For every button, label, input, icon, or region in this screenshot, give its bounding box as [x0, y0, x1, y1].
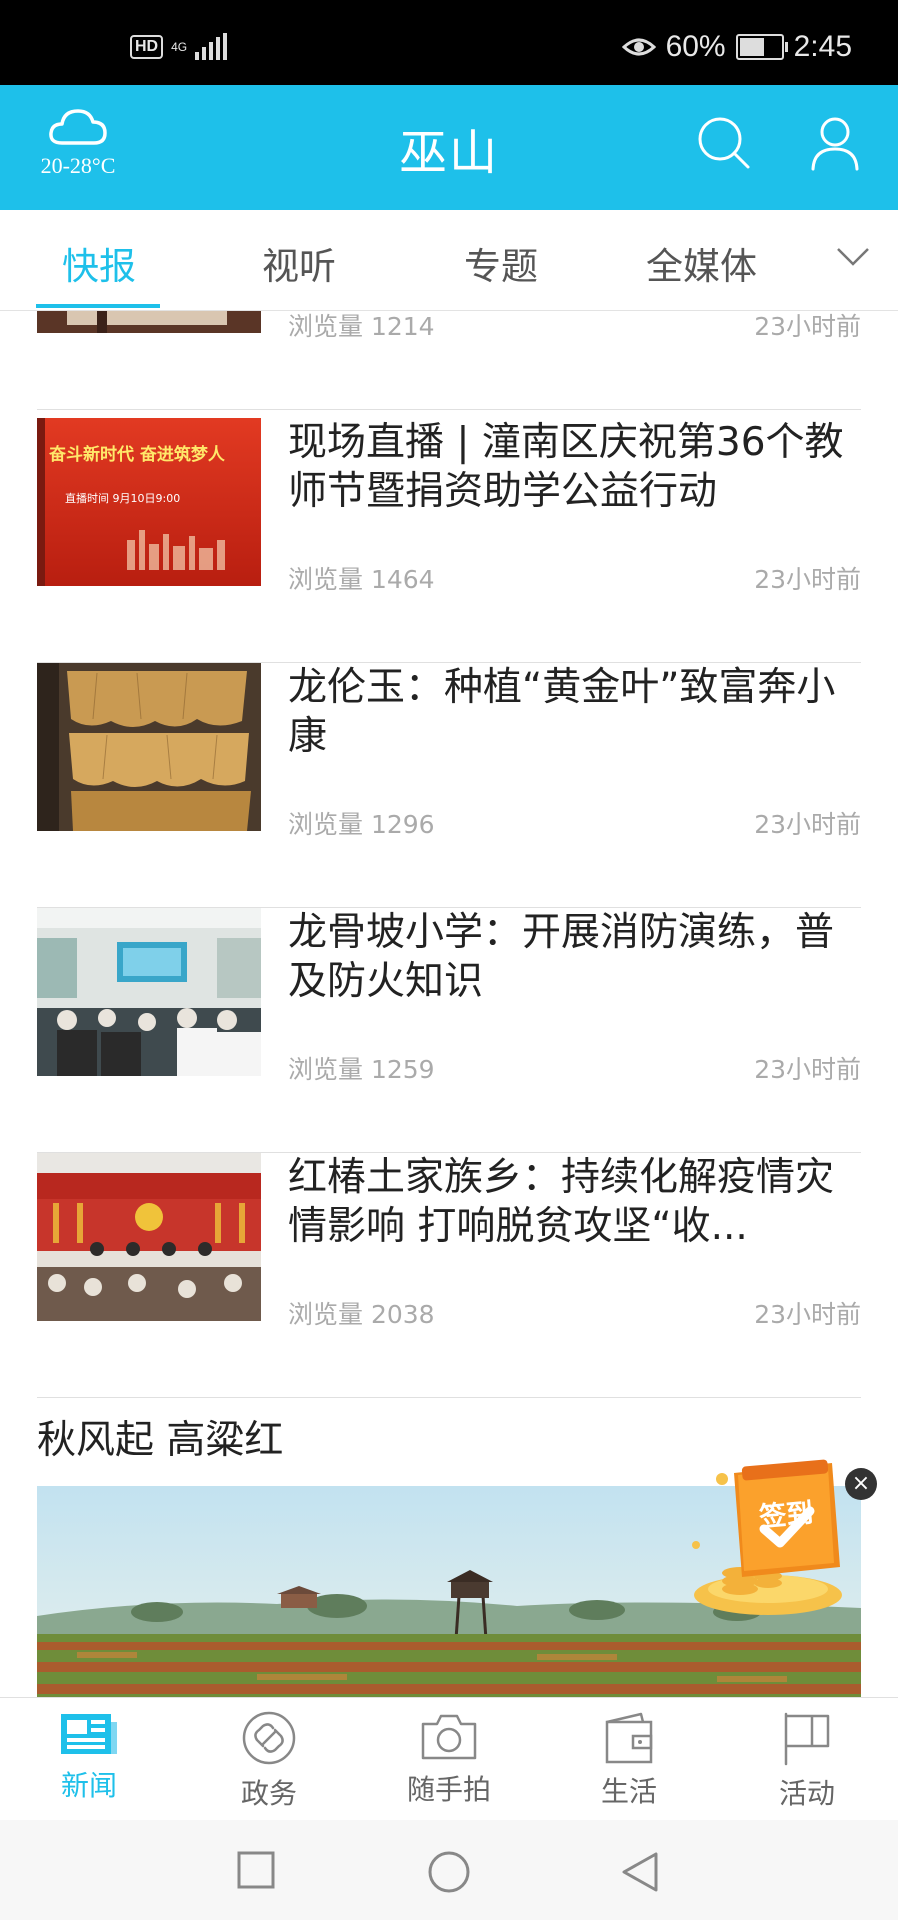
home-button[interactable]	[427, 1850, 471, 1898]
news-thumbnail	[37, 311, 261, 333]
flag-icon	[784, 1712, 830, 1766]
tab-shiting[interactable]: 视听	[262, 236, 336, 290]
news-icon	[61, 1714, 117, 1754]
signin-float-button[interactable]: 签到	[682, 1455, 872, 1625]
nav-activity[interactable]: 活动	[737, 1710, 877, 1812]
thumbnail-caption: 奋斗新时代 奋进筑梦人	[49, 445, 225, 465]
nav-label: 新闻	[60, 1769, 117, 1802]
news-title[interactable]: 龙骨坡小学：开展消防演练，普及防火知识	[288, 908, 861, 1006]
view-count: 浏览量 2038	[288, 1300, 435, 1329]
view-count: 浏览量 1214	[288, 312, 435, 341]
publish-time: 23小时前	[754, 810, 861, 839]
news-title[interactable]: 现场直播 | 潼南区庆祝第36个教师节暨捐资助学公益行动	[288, 418, 861, 516]
news-thumbnail: 奋斗新时代 奋进筑梦人 直播时间 9月10日9:00	[37, 418, 261, 586]
view-count: 浏览量 1259	[288, 1055, 435, 1084]
wallet-icon	[605, 1712, 653, 1764]
active-tab-indicator	[36, 304, 160, 308]
app-title: 巫山	[398, 125, 499, 181]
nav-label: 政务	[240, 1777, 297, 1810]
close-signin-button[interactable]: ×	[845, 1468, 877, 1500]
square-icon	[237, 1851, 275, 1889]
nav-government[interactable]: 政务	[199, 1710, 339, 1812]
clock: 2:45	[793, 30, 852, 63]
view-count: 浏览量 1464	[288, 565, 435, 594]
network-label: 4G	[171, 40, 188, 54]
nav-label: 生活	[600, 1775, 657, 1808]
profile-button[interactable]	[810, 115, 860, 175]
hd-badge: HD	[130, 35, 164, 59]
publish-time: 23小时前	[754, 1300, 861, 1329]
app-bar: 20-28°C 巫山	[0, 85, 898, 210]
tab-zhuanti[interactable]: 专题	[464, 236, 538, 290]
thumbnail-caption: 直播时间 9月10日9:00	[65, 492, 181, 505]
nav-news[interactable]: 新闻	[19, 1710, 159, 1804]
user-icon	[811, 117, 859, 171]
link-icon	[242, 1711, 296, 1765]
news-title[interactable]: 龙伦玉：种植“黄金叶”致富奔小康	[288, 663, 861, 761]
news-item[interactable]: 龙骨坡小学：开展消防演练，普及防火知识 浏览量 1259 23小时前	[37, 908, 861, 1153]
news-item[interactable]: 龙伦玉：种植“黄金叶”致富奔小康 浏览量 1296 23小时前	[37, 663, 861, 908]
tab-quanmeiti[interactable]: 全媒体	[646, 236, 757, 290]
back-triangle-icon	[622, 1852, 658, 1892]
status-left: HD 4G	[130, 33, 228, 60]
news-thumbnail	[37, 1153, 261, 1321]
news-item[interactable]: 奋斗新时代 奋进筑梦人 直播时间 9月10日9:00 现场直播 | 潼南区庆祝第…	[37, 418, 861, 663]
system-navigation-bar	[0, 1820, 898, 1920]
news-thumbnail	[37, 663, 261, 831]
battery-icon	[735, 34, 788, 60]
publish-time: 23小时前	[754, 565, 861, 594]
search-icon	[698, 117, 750, 169]
tabs-expand-button[interactable]	[836, 246, 870, 272]
news-item[interactable]: 红椿土家族乡：持续化解疫情灾情影响 打响脱贫攻坚“收... 浏览量 2038 2…	[37, 1153, 861, 1398]
nav-label: 随手拍	[406, 1773, 491, 1806]
section-title[interactable]: 秋风起 高粱红	[37, 1409, 283, 1465]
nav-label: 活动	[778, 1777, 835, 1810]
nav-snapshot[interactable]: 随手拍	[379, 1710, 519, 1808]
bottom-navigation: 新闻 政务 随手拍 生活 活动	[0, 1697, 898, 1821]
recent-apps-button[interactable]	[236, 1850, 276, 1894]
channel-tabs: 快报 视听 专题 全媒体	[0, 210, 898, 311]
circle-icon	[428, 1851, 470, 1893]
eye-comfort-icon	[621, 38, 656, 56]
signin-badge-icon	[692, 1459, 865, 1615]
news-title[interactable]: 红椿土家族乡：持续化解疫情灾情影响 打响脱贫攻坚“收...	[288, 1153, 861, 1251]
back-button[interactable]	[620, 1850, 660, 1898]
publish-time: 23小时前	[754, 312, 861, 341]
chevron-down-icon	[837, 248, 869, 266]
status-bar: HD 4G 60% 2:45	[0, 0, 898, 85]
battery-percent: 60%	[665, 30, 726, 63]
signal-icon	[195, 33, 228, 60]
publish-time: 23小时前	[754, 1055, 861, 1084]
nav-life[interactable]: 生活	[559, 1710, 699, 1810]
search-button[interactable]	[696, 115, 752, 175]
news-item[interactable]: 浏览量 1214 23小时前	[37, 311, 861, 410]
news-thumbnail	[37, 908, 261, 1076]
camera-icon	[421, 1714, 477, 1760]
tab-kuaibao[interactable]: 快报	[62, 236, 136, 290]
view-count: 浏览量 1296	[288, 810, 435, 839]
status-right: 60% 2:45	[621, 30, 852, 64]
network-type: 4G	[171, 41, 187, 53]
